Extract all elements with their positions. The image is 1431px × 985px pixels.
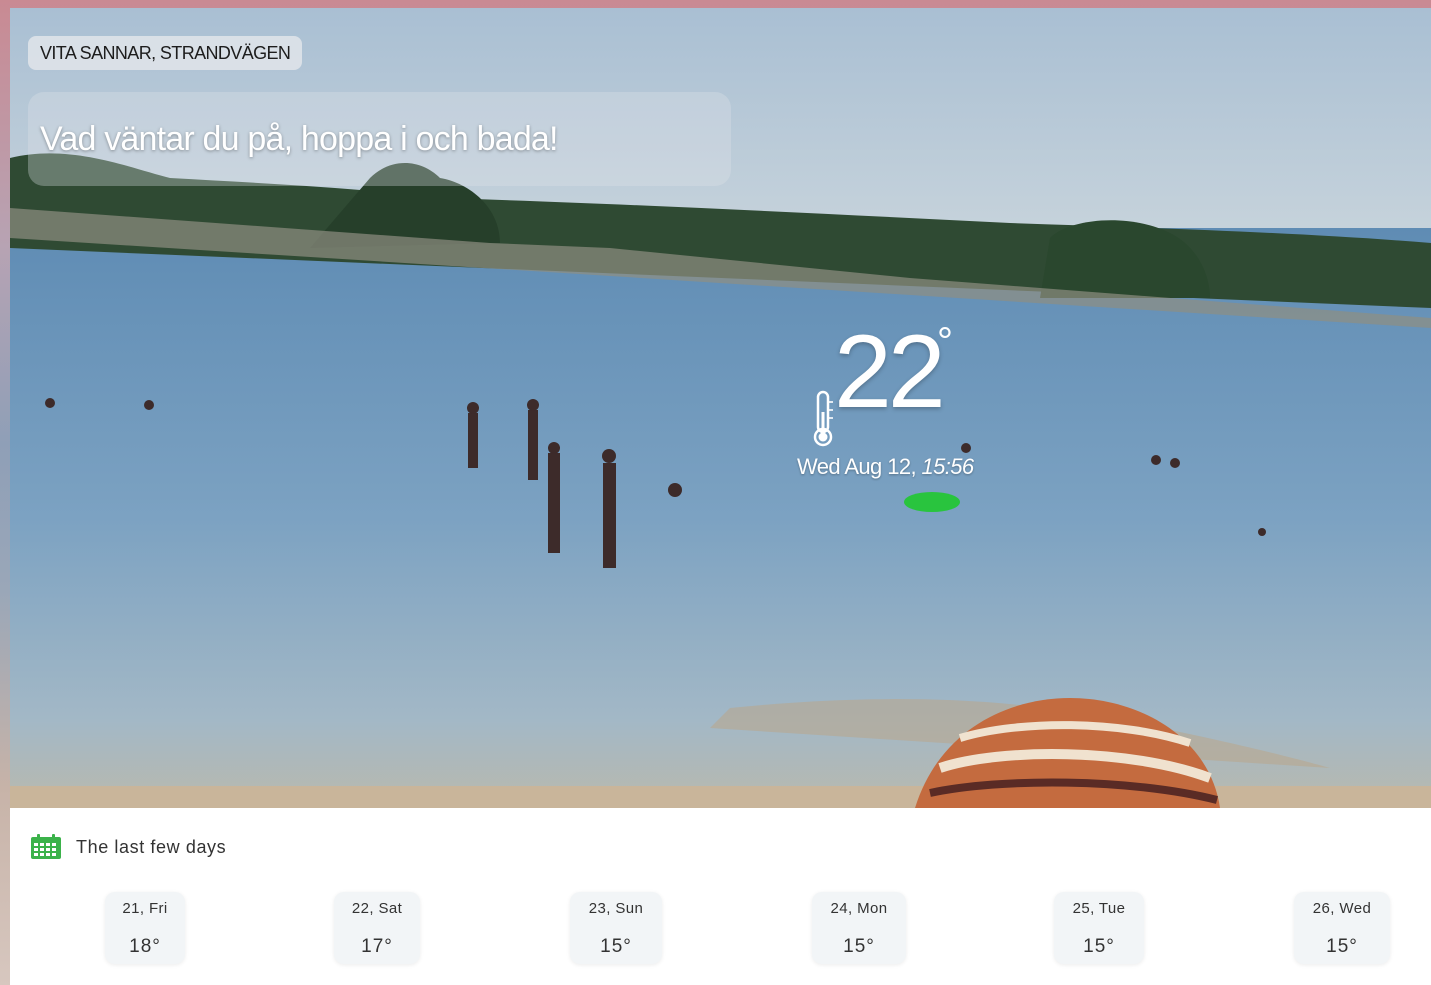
promo-message-text: Vad väntar du på, hoppa i och bada! <box>40 119 558 158</box>
day-temperature: 17° <box>361 936 393 957</box>
day-card: 25, Tue 15° <box>1054 892 1144 964</box>
webcam-image: VITA SANNAR, STRANDVÄGEN Vad väntar du p… <box>10 8 1431 808</box>
day-temperature: 15° <box>843 936 875 957</box>
day-label: 25, Tue <box>1072 900 1126 917</box>
day-label: 23, Sun <box>588 900 644 917</box>
day-label: 22, Sat <box>351 900 403 917</box>
thermometer-icon <box>813 390 833 447</box>
recent-days-title: The last few days <box>76 836 227 857</box>
day-card: 26, Wed 15° <box>1294 892 1390 964</box>
temperature-date: Wed Aug 12, <box>797 454 917 479</box>
day-temperature: 15° <box>1083 936 1115 957</box>
calendar-icon <box>31 834 61 859</box>
promo-message: Vad väntar du på, hoppa i och bada! <box>28 92 731 186</box>
day-card: 22, Sat 17° <box>334 892 420 964</box>
temperature-value: 22 <box>834 314 946 430</box>
day-label: 21, Fri <box>122 900 168 917</box>
day-temperature: 15° <box>1326 936 1358 957</box>
day-card: 24, Mon 15° <box>812 892 906 964</box>
temperature-time: 15:56 <box>921 454 975 479</box>
current-temperature: 22 ° Wed Aug 12, 15:56 <box>794 320 974 490</box>
day-card: 21, Fri 18° <box>105 892 185 964</box>
day-temperature: 18° <box>129 936 161 957</box>
temperature-timestamp: Wed Aug 12, 15:56 <box>797 454 974 480</box>
day-label: 26, Wed <box>1312 900 1372 917</box>
recent-days-panel: The last few days 21, Fri 18° 22, Sat 17… <box>10 808 1431 985</box>
day-temperature: 15° <box>600 936 632 957</box>
day-label: 24, Mon <box>830 900 888 917</box>
recent-days-header: The last few days <box>30 834 226 860</box>
location-label: VITA SANNAR, STRANDVÄGEN <box>28 36 303 70</box>
day-card: 23, Sun 15° <box>570 892 662 964</box>
temperature-degree-symbol: ° <box>937 320 953 364</box>
